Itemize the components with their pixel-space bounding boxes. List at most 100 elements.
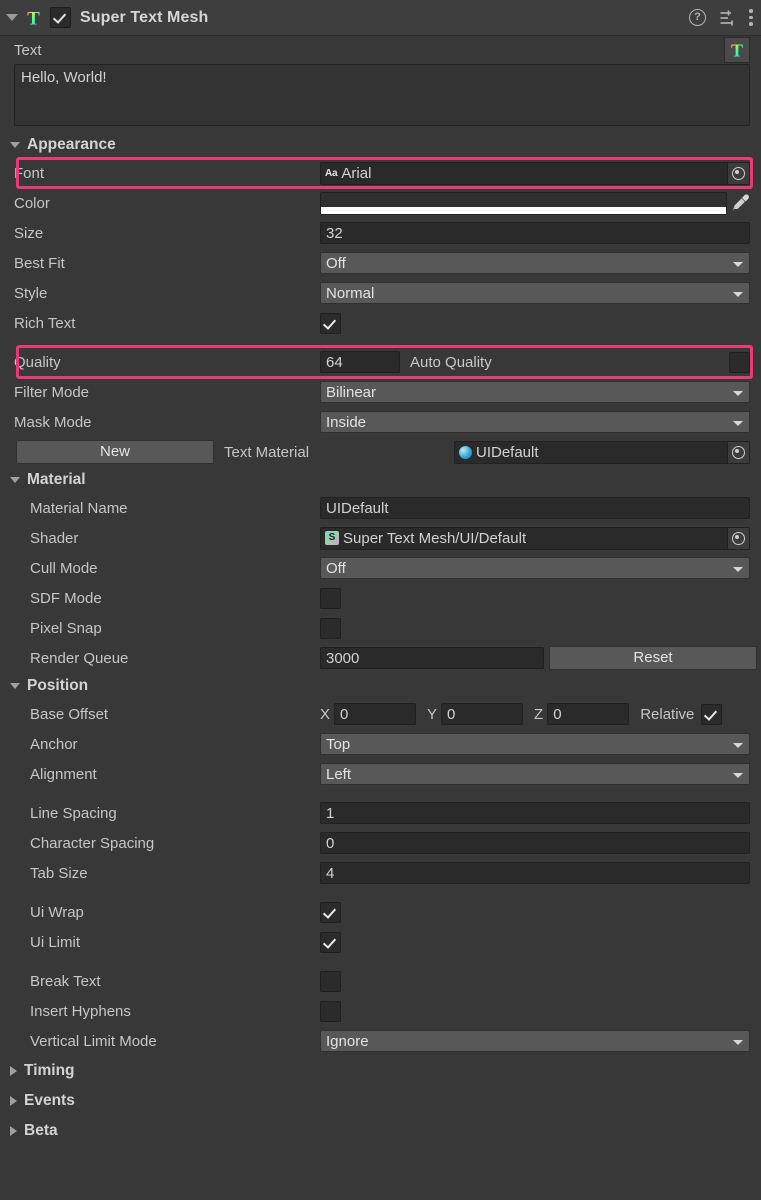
cull-mode-dropdown[interactable]: Off xyxy=(320,557,750,579)
shader-value: Super Text Mesh/UI/Default xyxy=(343,529,527,547)
font-picker-icon[interactable] xyxy=(727,162,749,184)
anchor-dropdown[interactable]: Top xyxy=(320,733,750,755)
row-style: Style Normal xyxy=(0,278,761,308)
quality-label: Quality xyxy=(14,353,61,371)
render-queue-label: Render Queue xyxy=(30,649,129,667)
font-label: Font xyxy=(14,164,45,182)
shader-icon: S xyxy=(325,531,339,545)
alignment-label: Alignment xyxy=(30,765,97,783)
rich-text-checkbox[interactable] xyxy=(320,312,341,334)
text-input[interactable]: Hello, World! xyxy=(14,64,750,126)
row-size: Size 32 xyxy=(0,218,761,248)
super-text-mesh-icon: T xyxy=(27,9,40,29)
row-line-spacing: Line Spacing 1 xyxy=(0,798,761,828)
row-break-text: Break Text xyxy=(0,966,761,996)
base-offset-x-input[interactable]: 0 xyxy=(334,703,417,725)
row-anchor: Anchor Top xyxy=(0,729,761,759)
beta-title: Beta xyxy=(24,1122,58,1139)
render-queue-reset-button[interactable]: Reset xyxy=(549,646,757,670)
relative-label: Relative xyxy=(640,705,695,723)
section-events[interactable]: Events xyxy=(0,1086,761,1116)
font-aa-icon: Aa xyxy=(325,167,338,179)
shader-object-field[interactable]: S Super Text Mesh/UI/Default xyxy=(320,526,750,550)
component-foldout-arrow-icon[interactable] xyxy=(6,14,18,21)
section-position[interactable]: Position xyxy=(0,673,761,699)
base-offset-z-input[interactable]: 0 xyxy=(547,703,630,725)
vertical-limit-mode-dropdown[interactable]: Ignore xyxy=(320,1030,750,1052)
timing-title: Timing xyxy=(24,1062,75,1079)
mask-mode-dropdown[interactable]: Inside xyxy=(320,411,750,433)
row-rich-text: Rich Text xyxy=(0,308,761,338)
row-insert-hyphens: Insert Hyphens xyxy=(0,996,761,1026)
insert-hyphens-checkbox[interactable] xyxy=(320,1000,341,1022)
row-ui-wrap: Ui Wrap xyxy=(0,897,761,927)
auto-quality-checkbox[interactable] xyxy=(729,351,750,373)
pixel-snap-checkbox[interactable] xyxy=(320,617,341,639)
material-name-input[interactable]: UIDefault xyxy=(320,497,750,519)
section-beta[interactable]: Beta xyxy=(0,1116,761,1146)
color-field[interactable] xyxy=(320,191,727,215)
position-title: Position xyxy=(27,677,89,694)
component-enabled-checkbox[interactable] xyxy=(50,7,71,28)
ui-wrap-checkbox[interactable] xyxy=(320,901,341,923)
text-label: Text xyxy=(14,41,42,59)
row-render-queue: Render Queue 3000 Reset xyxy=(0,643,761,673)
best-fit-dropdown[interactable]: Off xyxy=(320,252,750,274)
base-offset-label: Base Offset xyxy=(30,705,109,723)
size-label: Size xyxy=(14,224,44,242)
new-material-button[interactable]: New xyxy=(16,440,214,464)
render-queue-input[interactable]: 3000 xyxy=(320,647,544,669)
text-input-row: Hello, World! xyxy=(0,64,761,126)
shader-label: Shader xyxy=(30,529,79,547)
kebab-menu-icon[interactable] xyxy=(749,9,753,26)
super-text-mesh-thumbnail-icon: T xyxy=(724,37,750,63)
rich-text-label: Rich Text xyxy=(14,314,76,332)
ui-limit-checkbox[interactable] xyxy=(320,931,341,953)
appearance-foldout-arrow-icon[interactable] xyxy=(10,142,20,148)
size-input[interactable]: 32 xyxy=(320,222,750,244)
line-spacing-label: Line Spacing xyxy=(30,804,117,822)
alignment-dropdown[interactable]: Left xyxy=(320,763,750,785)
text-material-picker-icon[interactable] xyxy=(727,441,749,463)
line-spacing-input[interactable]: 1 xyxy=(320,802,750,824)
base-offset-y-axis-label: Y xyxy=(427,705,438,723)
style-dropdown[interactable]: Normal xyxy=(320,282,750,304)
component-header[interactable]: T Super Text Mesh ? xyxy=(0,0,761,36)
material-name-label: Material Name xyxy=(30,499,128,517)
quality-input[interactable]: 64 xyxy=(320,351,400,373)
position-foldout-arrow-icon[interactable] xyxy=(10,683,20,689)
row-filter-mode: Filter Mode Bilinear xyxy=(0,377,761,407)
eyedropper-icon[interactable] xyxy=(732,193,750,213)
section-timing[interactable]: Timing xyxy=(0,1056,761,1086)
relative-checkbox[interactable] xyxy=(701,703,723,725)
font-value: Arial xyxy=(341,164,372,182)
material-title: Material xyxy=(27,471,86,488)
shader-picker-icon[interactable] xyxy=(727,527,749,549)
tab-size-input[interactable]: 4 xyxy=(320,862,750,884)
vertical-limit-mode-label: Vertical Limit Mode xyxy=(30,1032,157,1050)
cull-mode-label: Cull Mode xyxy=(30,559,98,577)
character-spacing-input[interactable]: 0 xyxy=(320,832,750,854)
row-cull-mode: Cull Mode Off xyxy=(0,553,761,583)
sdf-mode-checkbox[interactable] xyxy=(320,587,341,609)
help-icon[interactable]: ? xyxy=(689,9,706,26)
break-text-checkbox[interactable] xyxy=(320,970,341,992)
row-shader: Shader S Super Text Mesh/UI/Default xyxy=(0,523,761,553)
pixel-snap-label: Pixel Snap xyxy=(30,619,102,637)
material-foldout-arrow-icon[interactable] xyxy=(10,477,20,483)
auto-quality-label: Auto Quality xyxy=(410,353,492,371)
section-material[interactable]: Material xyxy=(0,467,761,493)
row-alignment: Alignment Left xyxy=(0,759,761,789)
beta-foldout-arrow-icon[interactable] xyxy=(10,1126,17,1136)
row-ui-limit: Ui Limit xyxy=(0,927,761,957)
preset-icon[interactable] xyxy=(719,9,736,26)
base-offset-y-input[interactable]: 0 xyxy=(441,703,524,725)
filter-mode-dropdown[interactable]: Bilinear xyxy=(320,381,750,403)
timing-foldout-arrow-icon[interactable] xyxy=(10,1066,17,1076)
sdf-mode-label: SDF Mode xyxy=(30,589,102,607)
section-appearance[interactable]: Appearance xyxy=(0,132,761,158)
row-tab-size: Tab Size 4 xyxy=(0,858,761,888)
text-material-object-field[interactable]: UIDefault xyxy=(454,440,750,464)
font-object-field[interactable]: Aa Arial xyxy=(320,161,750,185)
events-foldout-arrow-icon[interactable] xyxy=(10,1096,17,1106)
